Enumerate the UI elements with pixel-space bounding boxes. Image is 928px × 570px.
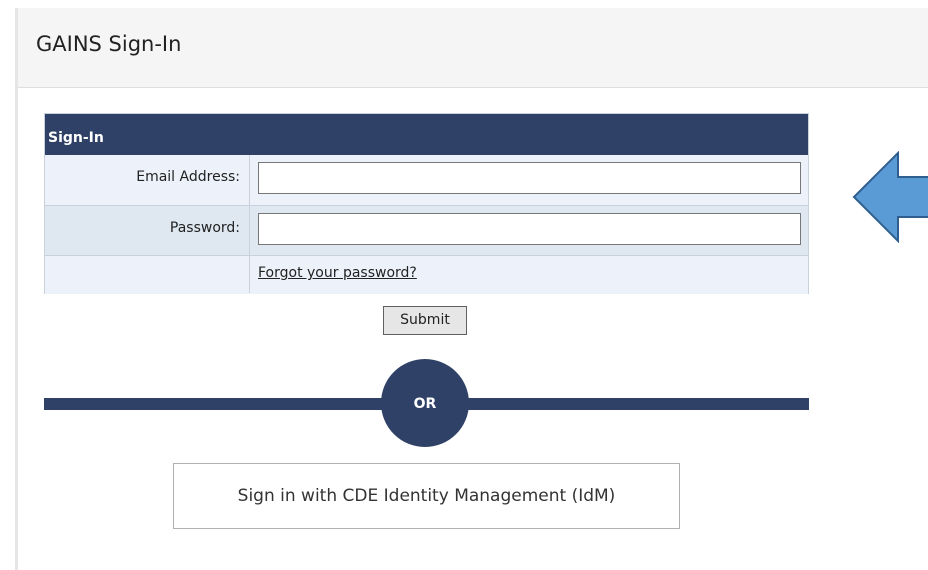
- left-arrow-shape: [852, 151, 928, 243]
- page-title: GAINS Sign-In: [36, 32, 182, 56]
- page-left-border: [15, 8, 18, 570]
- email-label: Email Address:: [136, 169, 240, 185]
- column-divider: [249, 155, 250, 293]
- forgot-password-link[interactable]: Forgot your password?: [258, 265, 417, 281]
- sign-in-section-title: Sign-In: [48, 130, 104, 146]
- password-row: Password:: [45, 205, 808, 256]
- sign-in-form-header: Sign-In: [45, 114, 808, 155]
- page-header: GAINS Sign-In: [18, 8, 928, 88]
- sign-in-form: Sign-In Email Address: Password: Forgot …: [44, 113, 809, 294]
- left-arrow-icon: [852, 151, 928, 243]
- idm-sign-in-button[interactable]: Sign in with CDE Identity Management (Id…: [173, 463, 680, 529]
- or-divider-circle: OR: [381, 359, 469, 447]
- forgot-password-row: Forgot your password?: [45, 255, 808, 294]
- email-field[interactable]: [258, 162, 801, 194]
- or-text: OR: [413, 396, 437, 412]
- email-row: Email Address:: [45, 155, 808, 205]
- password-label: Password:: [169, 220, 240, 236]
- submit-button[interactable]: Submit: [383, 306, 467, 335]
- password-field[interactable]: [258, 213, 801, 245]
